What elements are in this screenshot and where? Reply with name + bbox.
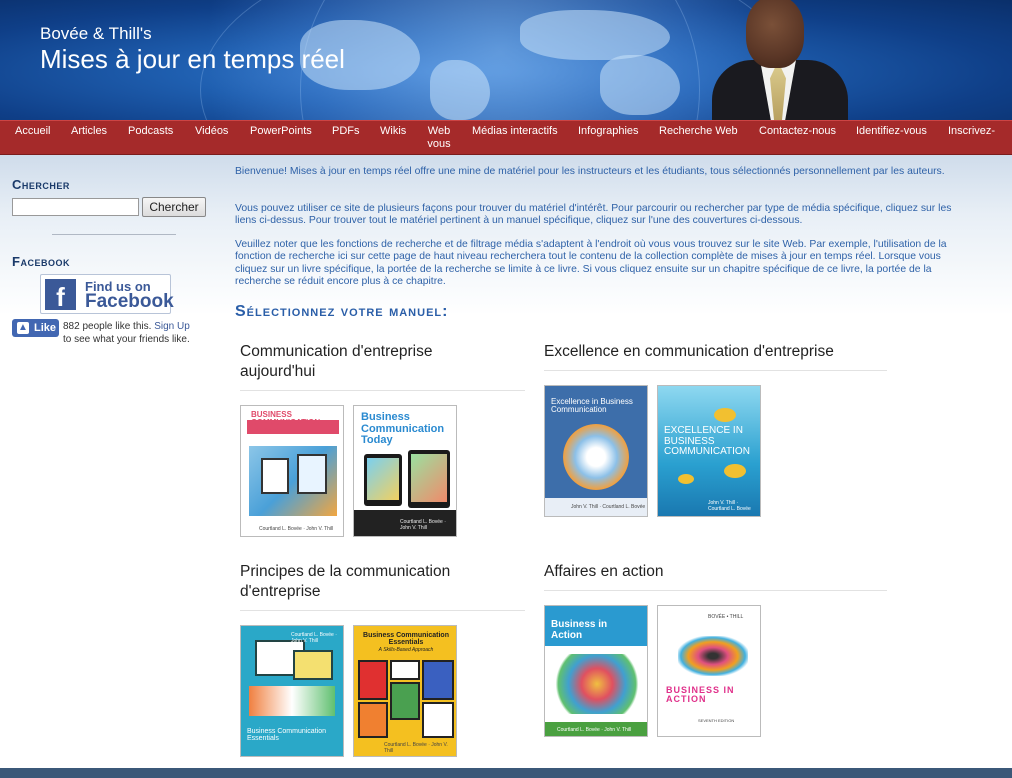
nav-item-inscrivez[interactable]: Inscrivez-	[948, 125, 995, 138]
cover-authors: Courtland L. Bovée · John V. Thill	[291, 632, 337, 644]
book-divider	[240, 610, 525, 611]
search-input[interactable]	[12, 198, 139, 216]
cover-authors: Courtland L. Bovée · John V. Thill	[400, 519, 446, 531]
book-cover-bct-1[interactable]: BUSINESS COMMUNICATION TODAY Courtland L…	[240, 405, 344, 537]
cover-authors: John V. Thill · Courtland L. Bovée	[708, 500, 751, 512]
book-cover-bce-1[interactable]: Business Communication Essentials Courtl…	[240, 625, 344, 757]
book-cover-bce-2[interactable]: Business Communication Essentials A Skil…	[353, 625, 457, 757]
book-cover-ebc-2[interactable]: EXCELLENCE IN BUSINESS COMMUNICATION Joh…	[657, 385, 761, 517]
nav-item-accueil[interactable]: Accueil	[15, 125, 50, 138]
cover-authors: Courtland L. Bovée · John V. Thill	[557, 727, 632, 733]
footer-bar	[0, 768, 1012, 778]
book-title-bce[interactable]: Principes de la communication d'entrepri…	[240, 562, 500, 602]
cover-title: Excellence in Business Communication	[551, 397, 633, 415]
book-divider	[544, 590, 887, 591]
fb-badge-line2: Facebook	[85, 291, 174, 312]
intro-paragraph-2: Vous pouvez utiliser ce site de plusieur…	[235, 203, 952, 227]
nav-item-wikis[interactable]: Wikis	[380, 125, 406, 138]
thumbs-up-icon: ▲	[17, 322, 29, 334]
nav-item-identifiez-vous[interactable]: Identifiez-vous	[856, 125, 927, 138]
cover-title: Business Communication Essentials	[363, 632, 449, 647]
cover-subtitle: A Skills-Based Approach	[378, 647, 434, 653]
nav-item-pdfs[interactable]: PDFs	[332, 125, 360, 138]
facebook-icon: f	[45, 279, 76, 312]
site-subtitle: Bovée & Thill's	[40, 24, 152, 43]
search-heading: Chercher	[12, 177, 70, 192]
nav-item-videos[interactable]: Vidéos	[195, 125, 228, 138]
nav-item-powerpoints[interactable]: PowerPoints	[250, 125, 312, 138]
book-cover-ebc-1[interactable]: Excellence in Business Communication Joh…	[544, 385, 648, 517]
cover-edition: SEVENTH EDITION	[698, 718, 735, 723]
nav-item-recherche-web[interactable]: Recherche Web	[659, 125, 738, 138]
cover-authors: John V. Thill · Courtland L. Bovée	[571, 504, 646, 510]
nav-item-contactez-nous[interactable]: Contactez-nous	[759, 125, 836, 138]
cover-title: EXCELLENCE IN BUSINESS COMMUNICATION	[664, 425, 750, 457]
cover-brand: BOVÉE • THILL	[708, 614, 744, 620]
nav-item-infographies[interactable]: Infographies	[578, 125, 639, 138]
cover-title: BUSINESS COMMUNICATION TODAY	[251, 410, 321, 436]
intro-paragraph-3: Veuillez noter que les fonctions de rech…	[235, 239, 947, 288]
author-photo	[712, 0, 848, 120]
book-cover-bia-2[interactable]: BOVÉE • THILL BUSINESS IN ACTION SEVENTH…	[657, 605, 761, 737]
facebook-heading: Facebook	[12, 254, 70, 269]
cover-authors: Courtland L. Bovée · John V. Thill	[384, 742, 448, 754]
search-button[interactable]: Chercher	[142, 197, 206, 217]
cover-authors: Courtland L. Bovée · John V. Thill	[259, 526, 334, 532]
nav-item-podcasts[interactable]: Podcasts	[128, 125, 173, 138]
sidebar-divider	[52, 234, 176, 235]
book-divider	[240, 390, 525, 391]
site-header: Bovée & Thill's Mises à jour en temps ré…	[0, 0, 1012, 120]
continent-shape	[520, 10, 670, 60]
like-subtext: to see what your friends like.	[63, 334, 190, 345]
book-title-bct[interactable]: Communication d'entreprise aujourd'hui	[240, 342, 500, 382]
cover-title: Business in Action	[551, 619, 608, 641]
signup-link[interactable]: Sign Up	[154, 321, 190, 332]
like-label: Like	[34, 322, 57, 334]
intro-paragraph-1: Bienvenue! Mises à jour en temps réel of…	[235, 166, 945, 177]
cover-title: Business Communication Today	[361, 411, 445, 447]
nav-item-articles[interactable]: Articles	[71, 125, 107, 138]
like-count: 882 people like this.	[63, 321, 152, 332]
facebook-badge[interactable]: f Find us on Facebook	[40, 274, 174, 314]
book-cover-bct-2[interactable]: Business Communication Today Courtland L…	[353, 405, 457, 537]
section-title: Sélectionnez votre manuel:	[235, 303, 449, 320]
site-title[interactable]: Mises à jour en temps réel	[40, 44, 345, 75]
facebook-like-button[interactable]: ▲ Like	[12, 319, 59, 337]
like-count-text: 882 people like this. Sign Up to see wha…	[63, 320, 213, 346]
book-title-bia[interactable]: Affaires en action	[544, 562, 884, 582]
book-cover-bia-1[interactable]: Business in Action Courtland L. Bovée · …	[544, 605, 648, 737]
nav-item-web-vous[interactable]: Web vous	[426, 125, 452, 151]
book-divider	[544, 370, 887, 371]
cover-title: BUSINESS IN ACTION	[666, 685, 735, 705]
book-title-ebc[interactable]: Excellence en communication d'entreprise	[544, 342, 884, 362]
nav-item-medias-interactifs[interactable]: Médias interactifs	[472, 125, 558, 138]
main-nav: Accueil Articles Podcasts Vidéos PowerPo…	[0, 120, 1012, 155]
cover-title: Business Communication Essentials	[247, 728, 326, 743]
